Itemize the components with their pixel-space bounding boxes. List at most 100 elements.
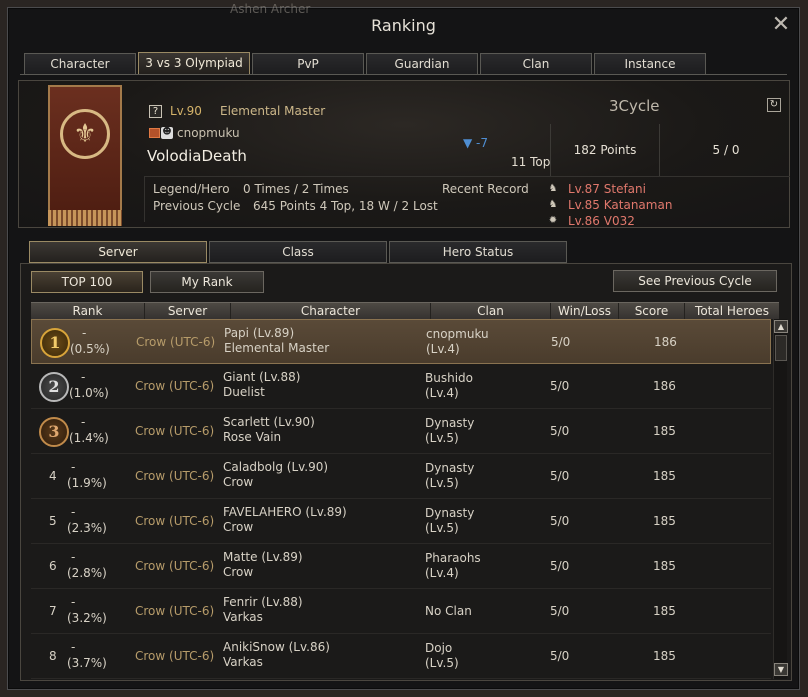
character-class: Varkas [223, 655, 263, 669]
rank-trend: - [82, 326, 87, 340]
dragon-emblem-icon: ⚜ [60, 109, 110, 159]
clan-name: Dynasty [425, 461, 475, 475]
table-row[interactable]: 1 - (0.5%) Crow (UTC-6) Papi (Lv.89) Ele… [31, 319, 771, 364]
bronze-medal-icon: 3 [39, 417, 69, 447]
refresh-icon[interactable]: ↻ [767, 98, 781, 112]
column-win-loss: Win/Loss [551, 303, 619, 320]
column-character: Character [231, 303, 431, 320]
server-name: Crow (UTC-6) [135, 649, 215, 663]
cycle-label: 3Cycle [609, 97, 660, 115]
clan-name: Bushido [425, 371, 473, 385]
recent-record-item: Lv.86 V032 [568, 214, 635, 228]
table-row[interactable]: 4 - (1.9%) Crow (UTC-6) Caladbolg (Lv.90… [31, 454, 771, 499]
player-rank: 11 Top [511, 155, 551, 169]
server-name: Crow (UTC-6) [135, 604, 215, 618]
win-loss: 5/0 [551, 335, 571, 349]
points-value: 182 Points [551, 124, 660, 176]
column-rank: Rank [31, 303, 145, 320]
my-rank-button[interactable]: My Rank [150, 271, 264, 293]
character-name: FAVELAHERO (Lv.89) [223, 505, 347, 519]
server-name: Crow (UTC-6) [135, 514, 215, 528]
score: 185 [653, 469, 676, 483]
score: 185 [653, 649, 676, 663]
tab-guardian[interactable]: Guardian [366, 53, 478, 74]
server-name: Crow (UTC-6) [135, 424, 215, 438]
player-name: VolodiaDeath [147, 147, 247, 165]
tab-3vs3-olympiad[interactable]: 3 vs 3 Olympiad [138, 52, 250, 74]
legend-hero-value: 0 Times / 2 Times [243, 182, 349, 196]
score: 185 [653, 559, 676, 573]
character-name: Scarlett (Lv.90) [223, 415, 315, 429]
silver-medal-icon: 2 [39, 372, 69, 402]
clan-level: (Lv.5) [425, 656, 459, 670]
win-loss-value: 5 / 0 [712, 143, 740, 157]
table-row[interactable]: 8 - (3.7%) Crow (UTC-6) AnikiSnow (Lv.86… [31, 634, 771, 679]
background-label: Ashen Archer [230, 2, 311, 16]
table-row[interactable]: 7 - (3.2%) Crow (UTC-6) Fenrir (Lv.88) V… [31, 589, 771, 634]
clan-level: (Lv.4) [426, 342, 460, 356]
table-row[interactable]: 6 - (2.8%) Crow (UTC-6) Matte (Lv.89) Cr… [31, 544, 771, 589]
class-crest-icon: ♞ [548, 183, 558, 194]
character-name: Fenrir (Lv.88) [223, 595, 303, 609]
character-name: AnikiSnow (Lv.86) [223, 640, 330, 654]
tab-pvp[interactable]: PvP [252, 53, 364, 74]
help-badge-icon: ? [149, 105, 162, 118]
scroll-thumb[interactable] [775, 335, 787, 361]
clan-name: cnopmuku [426, 327, 489, 341]
win-loss: 5/0 [550, 424, 570, 438]
ranking-panel: TOP 100 My Rank See Previous Cycle Rank … [20, 263, 792, 681]
clan-name: Dynasty [425, 506, 475, 520]
character-class: Crow [223, 565, 254, 579]
clan-level: (Lv.5) [425, 476, 459, 490]
clan-name: Dojo [425, 641, 453, 655]
table-header: Rank Server Character Clan Win/Loss Scor… [31, 302, 779, 320]
top100-button[interactable]: TOP 100 [31, 271, 143, 293]
recent-record-item: Lv.85 Katanaman [568, 198, 673, 212]
clan-name: Pharaohs [425, 551, 481, 565]
legend-hero-label: Legend/Hero [153, 182, 230, 196]
subtab-server[interactable]: Server [29, 241, 207, 263]
player-level: Lv.90 [170, 104, 202, 118]
table-row[interactable]: 5 - (2.3%) Crow (UTC-6) FAVELAHERO (Lv.8… [31, 499, 771, 544]
clan-level: (Lv.4) [425, 566, 459, 580]
table-row[interactable]: 3 - (1.4%) Crow (UTC-6) Scarlett (Lv.90)… [31, 409, 771, 454]
see-previous-cycle-button[interactable]: See Previous Cycle [613, 270, 777, 292]
scrollbar[interactable]: ▲ ▼ [773, 319, 788, 679]
subtab-class[interactable]: Class [209, 241, 387, 263]
info-box: Legend/Hero 0 Times / 2 Times Previous C… [144, 176, 790, 228]
rank-percent: (3.2%) [67, 611, 107, 625]
tab-clan[interactable]: Clan [480, 53, 592, 74]
clan-level: (Lv.5) [425, 431, 459, 445]
win-loss: 5/0 [550, 604, 570, 618]
clan-crest-icon: ☻ [161, 127, 173, 139]
ranking-list: 1 - (0.5%) Crow (UTC-6) Papi (Lv.89) Ele… [31, 319, 771, 679]
scroll-down-icon[interactable]: ▼ [774, 663, 788, 676]
character-class: Elemental Master [224, 341, 330, 355]
tab-character[interactable]: Character [24, 53, 136, 74]
rank-number: 7 [49, 604, 57, 618]
scroll-up-icon[interactable]: ▲ [774, 320, 788, 333]
column-clan: Clan [431, 303, 551, 320]
subtab-hero-status[interactable]: Hero Status [389, 241, 567, 263]
clan-level: (Lv.4) [425, 386, 459, 400]
rank-number: 6 [49, 559, 57, 573]
win-loss: 5/0 [550, 469, 570, 483]
character-class: Crow [223, 475, 254, 489]
rank-percent: (2.8%) [67, 566, 107, 580]
rank-trend: - [81, 415, 86, 429]
table-row[interactable]: 2 - (1.0%) Crow (UTC-6) Giant (Lv.88) Du… [31, 364, 771, 409]
tab-instance[interactable]: Instance [594, 53, 706, 74]
close-icon[interactable]: ✕ [771, 14, 791, 36]
column-total-heroes: Total Heroes [695, 304, 769, 318]
rank-trend: - [71, 640, 76, 654]
rank-trend: - [81, 370, 86, 384]
rank-number: 5 [49, 514, 57, 528]
rank-trend: - [71, 505, 76, 519]
profile-panel: ⚜ ? Lv.90 Elemental Master ☻ cnopmuku Vo… [18, 80, 790, 228]
rank-percent: (2.3%) [67, 521, 107, 535]
recent-record-label: Recent Record [442, 182, 529, 196]
character-class: Rose Vain [223, 430, 282, 444]
player-class: Elemental Master [220, 104, 326, 118]
clan-level: (Lv.5) [425, 521, 459, 535]
rank-trend: - [71, 550, 76, 564]
